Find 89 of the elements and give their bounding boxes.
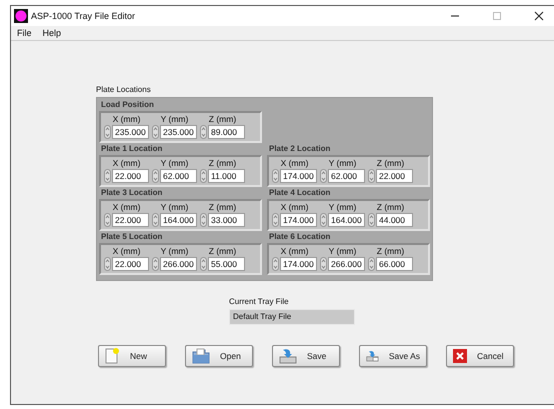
folder-icon	[192, 348, 210, 364]
numeric-field[interactable]: 89.000	[208, 125, 245, 139]
spinner-icon[interactable]	[152, 257, 159, 271]
cancel-button[interactable]: Cancel	[446, 345, 514, 367]
field-label: Z (mm)	[208, 158, 236, 169]
field-label: X (mm)	[280, 202, 308, 213]
spinner-icon[interactable]	[152, 169, 159, 183]
field-label: X (mm)	[280, 246, 308, 257]
numeric-field[interactable]: 174.000	[280, 169, 317, 183]
numeric-field[interactable]: 33.000	[208, 213, 245, 227]
numeric-field[interactable]: 22.000	[112, 169, 149, 183]
tray-arrow-icon	[279, 348, 297, 364]
field-label: Y (mm)	[160, 202, 188, 213]
numeric-field[interactable]: 55.000	[208, 257, 245, 271]
numeric-field[interactable]: 235.000	[112, 125, 149, 139]
field-label: Z (mm)	[208, 114, 236, 125]
menu-item[interactable]: Help	[42, 28, 62, 38]
field-label: X (mm)	[112, 158, 140, 169]
numeric-field[interactable]: 66.000	[376, 257, 413, 271]
numeric-field[interactable]: 266.000	[160, 257, 197, 271]
field-label: Y (mm)	[328, 246, 356, 257]
field-label: Y (mm)	[160, 158, 188, 169]
group-title: Plate 4 Location	[268, 187, 332, 199]
field-label: X (mm)	[280, 158, 308, 169]
field-label: Z (mm)	[376, 246, 404, 257]
current-tray-file-field: Default Tray File	[229, 309, 355, 325]
numeric-field[interactable]: 174.000	[280, 257, 317, 271]
field-label: X (mm)	[112, 246, 140, 257]
field-label: Y (mm)	[160, 246, 188, 257]
numeric-field[interactable]: 22.000	[112, 213, 149, 227]
open-button[interactable]: Open	[185, 345, 253, 367]
section-label: Plate Locations	[96, 85, 152, 94]
spinner-icon[interactable]	[320, 169, 327, 183]
field-label: Z (mm)	[376, 202, 404, 213]
field-label: Z (mm)	[208, 202, 236, 213]
close-icon[interactable]	[534, 11, 544, 21]
spinner-icon[interactable]	[320, 257, 327, 271]
numeric-field[interactable]: 164.000	[328, 213, 365, 227]
field-label: Z (mm)	[208, 246, 236, 257]
group-title: Plate 6 Location	[268, 231, 332, 243]
field-label: X (mm)	[112, 202, 140, 213]
numeric-field[interactable]: 44.000	[376, 213, 413, 227]
spinner-icon[interactable]	[272, 213, 279, 227]
group-title: Plate 2 Location	[268, 143, 332, 155]
group-title: Plate 5 Location	[100, 231, 164, 243]
numeric-field[interactable]: 266.000	[328, 257, 365, 271]
field-label: Y (mm)	[328, 202, 356, 213]
tray-arrow-page-icon	[366, 348, 379, 364]
spinner-icon[interactable]	[272, 169, 279, 183]
numeric-field[interactable]: 22.000	[112, 257, 149, 271]
spinner-icon[interactable]	[104, 213, 111, 227]
window-title: ASP-1000 Tray File Editor	[31, 11, 136, 21]
group-title: Load Position	[100, 99, 155, 111]
numeric-field[interactable]: 22.000	[376, 169, 413, 183]
group-title: Plate 3 Location	[100, 187, 164, 199]
save-button[interactable]: Save	[272, 345, 340, 367]
spinner-icon[interactable]	[104, 169, 111, 183]
spinner-icon[interactable]	[368, 213, 375, 227]
maximize-icon[interactable]	[492, 11, 502, 21]
spinner-icon[interactable]	[368, 169, 375, 183]
spinner-icon[interactable]	[200, 257, 207, 271]
spinner-icon[interactable]	[272, 257, 279, 271]
numeric-field[interactable]: 164.000	[160, 213, 197, 227]
field-label: Y (mm)	[160, 114, 188, 125]
field-label: Y (mm)	[328, 158, 356, 169]
numeric-field[interactable]: 174.000	[280, 213, 317, 227]
numeric-field[interactable]: 62.000	[160, 169, 197, 183]
spinner-icon[interactable]	[104, 257, 111, 271]
spinner-icon[interactable]	[152, 125, 159, 139]
numeric-field[interactable]: 62.000	[328, 169, 365, 183]
document-icon	[105, 348, 120, 364]
menu-item[interactable]: File	[16, 28, 33, 38]
spinner-icon[interactable]	[200, 125, 207, 139]
saveas-button[interactable]: Save As	[359, 345, 427, 367]
numeric-field[interactable]: 11.000	[208, 169, 245, 183]
new-button[interactable]: New	[98, 345, 166, 367]
spinner-icon[interactable]	[320, 213, 327, 227]
field-label: Z (mm)	[376, 158, 404, 169]
app-icon	[14, 9, 28, 23]
spinner-icon[interactable]	[368, 257, 375, 271]
field-label: Current Tray File	[229, 297, 290, 306]
spinner-icon[interactable]	[200, 169, 207, 183]
spinner-icon[interactable]	[104, 125, 111, 139]
numeric-field[interactable]: 235.000	[160, 125, 197, 139]
cancel-icon	[453, 349, 467, 363]
group-title: Plate 1 Location	[100, 143, 164, 155]
spinner-icon[interactable]	[152, 213, 159, 227]
field-label: X (mm)	[112, 114, 140, 125]
spinner-icon[interactable]	[200, 213, 207, 227]
